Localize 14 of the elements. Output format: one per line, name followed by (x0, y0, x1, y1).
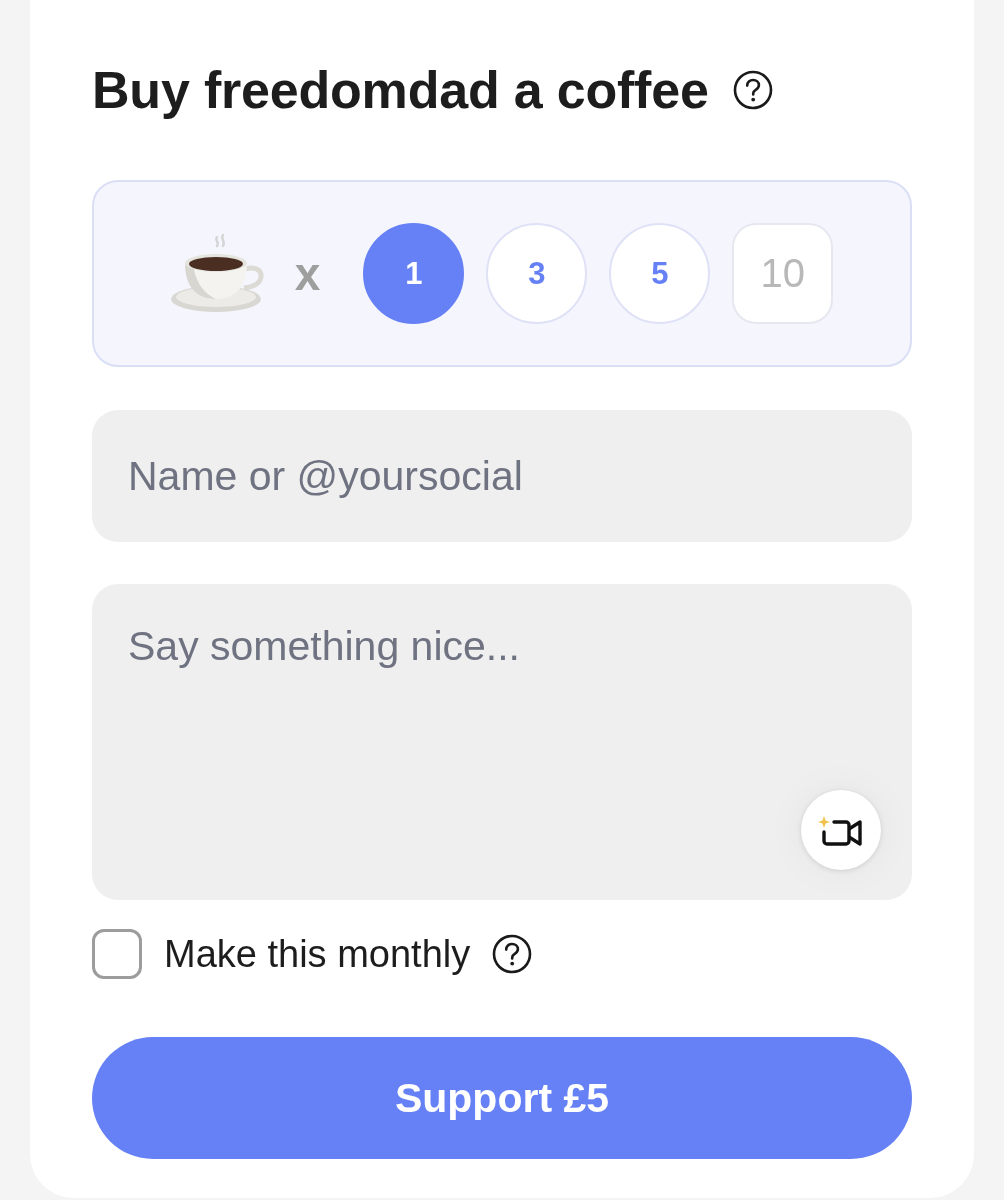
quantity-option[interactable]: 5 (609, 223, 711, 324)
monthly-label: Make this monthly (164, 932, 471, 976)
multiply-sign: x (294, 250, 321, 297)
form-title: Buy freedomdad a coffee (92, 60, 709, 121)
help-icon[interactable] (492, 934, 533, 974)
name-field[interactable]: Name or @yoursocial (92, 410, 912, 542)
quantity-option[interactable]: 3 (486, 223, 588, 324)
help-icon[interactable] (732, 70, 773, 110)
monthly-checkbox[interactable] (92, 929, 142, 979)
custom-quantity-field[interactable]: 10 (732, 223, 834, 324)
support-button[interactable]: Support £5 (92, 1037, 912, 1159)
coffee-cup-icon (170, 232, 265, 315)
quantity-option[interactable]: 1 (363, 223, 465, 324)
message-field[interactable]: Say something nice... (92, 584, 912, 900)
